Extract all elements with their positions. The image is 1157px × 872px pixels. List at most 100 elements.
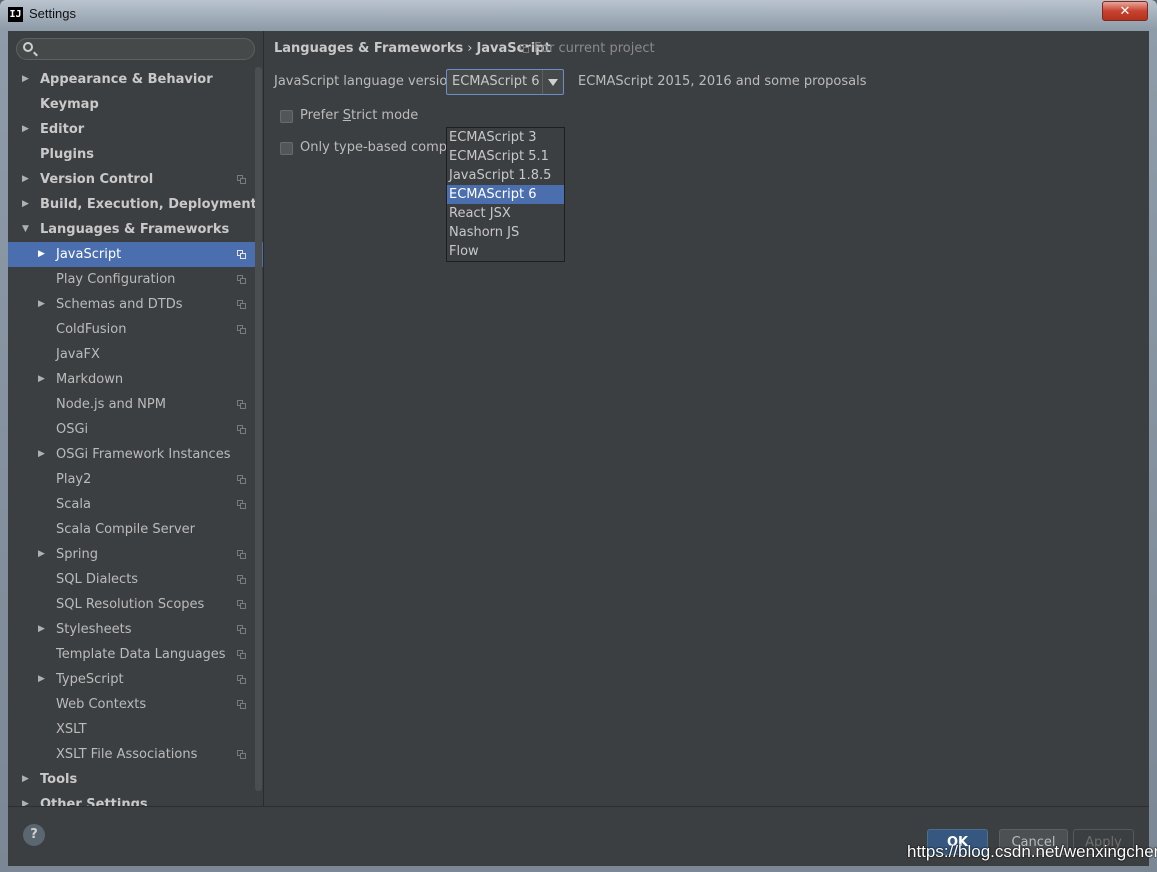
sidebar-item-label: Build, Execution, Deployment <box>40 197 257 212</box>
dialog-content: ▶ Appearance & Behavior Keymap ▶ Editor Plugi… <box>8 31 1149 866</box>
sidebar-item[interactable]: ▶ Spring <box>8 542 263 567</box>
sidebar-item-label: Plugins <box>40 147 94 162</box>
sidebar-item-label: Editor <box>40 122 85 137</box>
collapsed-arrow-icon[interactable]: ▶ <box>38 292 45 317</box>
help-button[interactable]: ? <box>23 824 45 846</box>
project-settings-icon <box>237 625 246 634</box>
sidebar-item[interactable]: ▶ Other Settings <box>8 792 263 806</box>
sidebar-item[interactable]: ▶ Build, Execution, Deployment <box>8 192 263 217</box>
title-bar[interactable]: IJ Settings ✕ <box>0 0 1157 30</box>
collapsed-arrow-icon[interactable]: ▶ <box>22 67 29 92</box>
sidebar-item-label: SQL Resolution Scopes <box>56 597 205 612</box>
dropdown-option[interactable]: Flow <box>447 242 564 261</box>
sidebar-item[interactable]: Keymap <box>8 92 263 117</box>
collapsed-arrow-icon[interactable]: ▶ <box>22 192 29 217</box>
project-settings-icon <box>237 175 246 184</box>
close-button[interactable]: ✕ <box>1102 1 1148 21</box>
sidebar-scrollbar[interactable] <box>255 67 262 791</box>
breadcrumb-parent: Languages & Frameworks <box>274 41 464 56</box>
breadcrumb: Languages & Frameworks › JavaScript <box>274 41 551 56</box>
sidebar-item-label: Other Settings <box>40 797 148 806</box>
language-version-dropdown[interactable]: ECMAScript 3 ECMAScript 5.1 JavaScript 1.8… <box>446 127 565 262</box>
sidebar-item[interactable]: ▶ JavaScript <box>8 242 263 267</box>
sidebar-item-label: Scala <box>56 497 91 512</box>
sidebar-item[interactable]: Play2 <box>8 467 263 492</box>
breadcrumb-separator: › <box>467 41 473 56</box>
collapsed-arrow-icon[interactable]: ▶ <box>38 617 45 642</box>
sidebar-item[interactable]: Plugins <box>8 142 263 167</box>
sidebar-item[interactable]: Scala Compile Server <box>8 517 263 542</box>
prefer-strict-text-b: trict mode <box>351 108 419 123</box>
sidebar-item-label: TypeScript <box>56 672 124 687</box>
watermark: https://blog.csdn.net/wenxingchen <box>907 842 1157 861</box>
expanded-arrow-icon[interactable]: ▼ <box>22 217 29 242</box>
type-based-completion-checkbox[interactable] <box>280 142 293 155</box>
sidebar-item[interactable]: OSGi <box>8 417 263 442</box>
collapsed-arrow-icon[interactable]: ▶ <box>38 667 45 692</box>
sidebar-item-label: Keymap <box>40 97 99 112</box>
project-settings-icon <box>237 400 246 409</box>
sidebar-item[interactable]: JavaFX <box>8 342 263 367</box>
sidebar-item[interactable]: Web Contexts <box>8 692 263 717</box>
project-settings-icon <box>237 475 246 484</box>
sidebar-item-label: XSLT File Associations <box>56 747 198 762</box>
dropdown-option[interactable]: JavaScript 1.8.5 <box>447 166 564 185</box>
collapsed-arrow-icon[interactable]: ▶ <box>38 442 45 467</box>
project-settings-icon <box>237 700 246 709</box>
sidebar-item[interactable]: Template Data Languages <box>8 642 263 667</box>
prefer-strict-label[interactable]: Prefer Strict mode <box>300 108 418 123</box>
collapsed-arrow-icon[interactable]: ▶ <box>38 367 45 392</box>
collapsed-arrow-icon[interactable]: ▶ <box>22 792 29 806</box>
collapsed-arrow-icon[interactable]: ▶ <box>22 767 29 792</box>
sidebar-item[interactable]: ▶ Appearance & Behavior <box>8 67 263 92</box>
sidebar-item-label: OSGi Framework Instances <box>56 447 231 462</box>
sidebar-item[interactable]: SQL Dialects <box>8 567 263 592</box>
sidebar-item[interactable]: XSLT File Associations <box>8 742 263 767</box>
sidebar-item-label: Appearance & Behavior <box>40 72 213 87</box>
sidebar-item[interactable]: ▶ Editor <box>8 117 263 142</box>
project-settings-icon <box>237 675 246 684</box>
sidebar-item[interactable]: ▶ TypeScript <box>8 667 263 692</box>
project-scope-note: For current project <box>520 41 655 56</box>
prefer-strict-checkbox[interactable] <box>280 110 293 123</box>
project-scope-label: For current project <box>534 41 655 56</box>
prefer-strict-text-a: Prefer <box>300 108 343 123</box>
sidebar-item[interactable]: ▶ Markdown <box>8 367 263 392</box>
project-settings-icon <box>237 575 246 584</box>
language-version-combo[interactable]: ECMAScript 6 <box>446 69 564 95</box>
dropdown-option[interactable]: ECMAScript 5.1 <box>447 147 564 166</box>
collapsed-arrow-icon[interactable]: ▶ <box>38 242 45 267</box>
sidebar-item-label: Web Contexts <box>56 697 147 712</box>
collapsed-arrow-icon[interactable]: ▶ <box>38 542 45 567</box>
collapsed-arrow-icon[interactable]: ▶ <box>22 117 29 142</box>
sidebar-item[interactable]: Play Configuration <box>8 267 263 292</box>
sidebar-item[interactable]: ▶ Tools <box>8 767 263 792</box>
sidebar-item[interactable]: Node.js and NPM <box>8 392 263 417</box>
dropdown-option[interactable]: ECMAScript 3 <box>447 128 564 147</box>
sidebar-item-label: Play2 <box>56 472 92 487</box>
chevron-down-icon[interactable] <box>542 70 563 94</box>
sidebar-item-label: Version Control <box>40 172 154 187</box>
sidebar-item[interactable]: ColdFusion <box>8 317 263 342</box>
sidebar-item[interactable]: ▼ Languages & Frameworks <box>8 217 263 242</box>
type-based-completion-label[interactable]: Only type-based complet <box>300 140 446 155</box>
project-settings-icon <box>237 300 246 309</box>
search-icon <box>23 42 33 52</box>
sidebar-item[interactable]: Scala <box>8 492 263 517</box>
project-settings-icon <box>237 250 246 259</box>
project-settings-icon <box>237 325 246 334</box>
dropdown-option[interactable]: React JSX <box>447 204 564 223</box>
language-version-description: ECMAScript 2015, 2016 and some proposals <box>578 74 867 89</box>
sidebar-item-label: Schemas and DTDs <box>56 297 183 312</box>
sidebar-item[interactable]: ▶ Stylesheets <box>8 617 263 642</box>
sidebar-item[interactable]: XSLT <box>8 717 263 742</box>
dropdown-option[interactable]: ECMAScript 6 <box>447 185 564 204</box>
sidebar-item[interactable]: ▶ OSGi Framework Instances <box>8 442 263 467</box>
dropdown-option[interactable]: Nashorn JS <box>447 223 564 242</box>
sidebar-item[interactable]: SQL Resolution Scopes <box>8 592 263 617</box>
search-input[interactable] <box>16 38 255 60</box>
window-title: Settings <box>29 6 76 21</box>
sidebar-item[interactable]: ▶ Schemas and DTDs <box>8 292 263 317</box>
sidebar-item[interactable]: ▶ Version Control <box>8 167 263 192</box>
collapsed-arrow-icon[interactable]: ▶ <box>22 167 29 192</box>
